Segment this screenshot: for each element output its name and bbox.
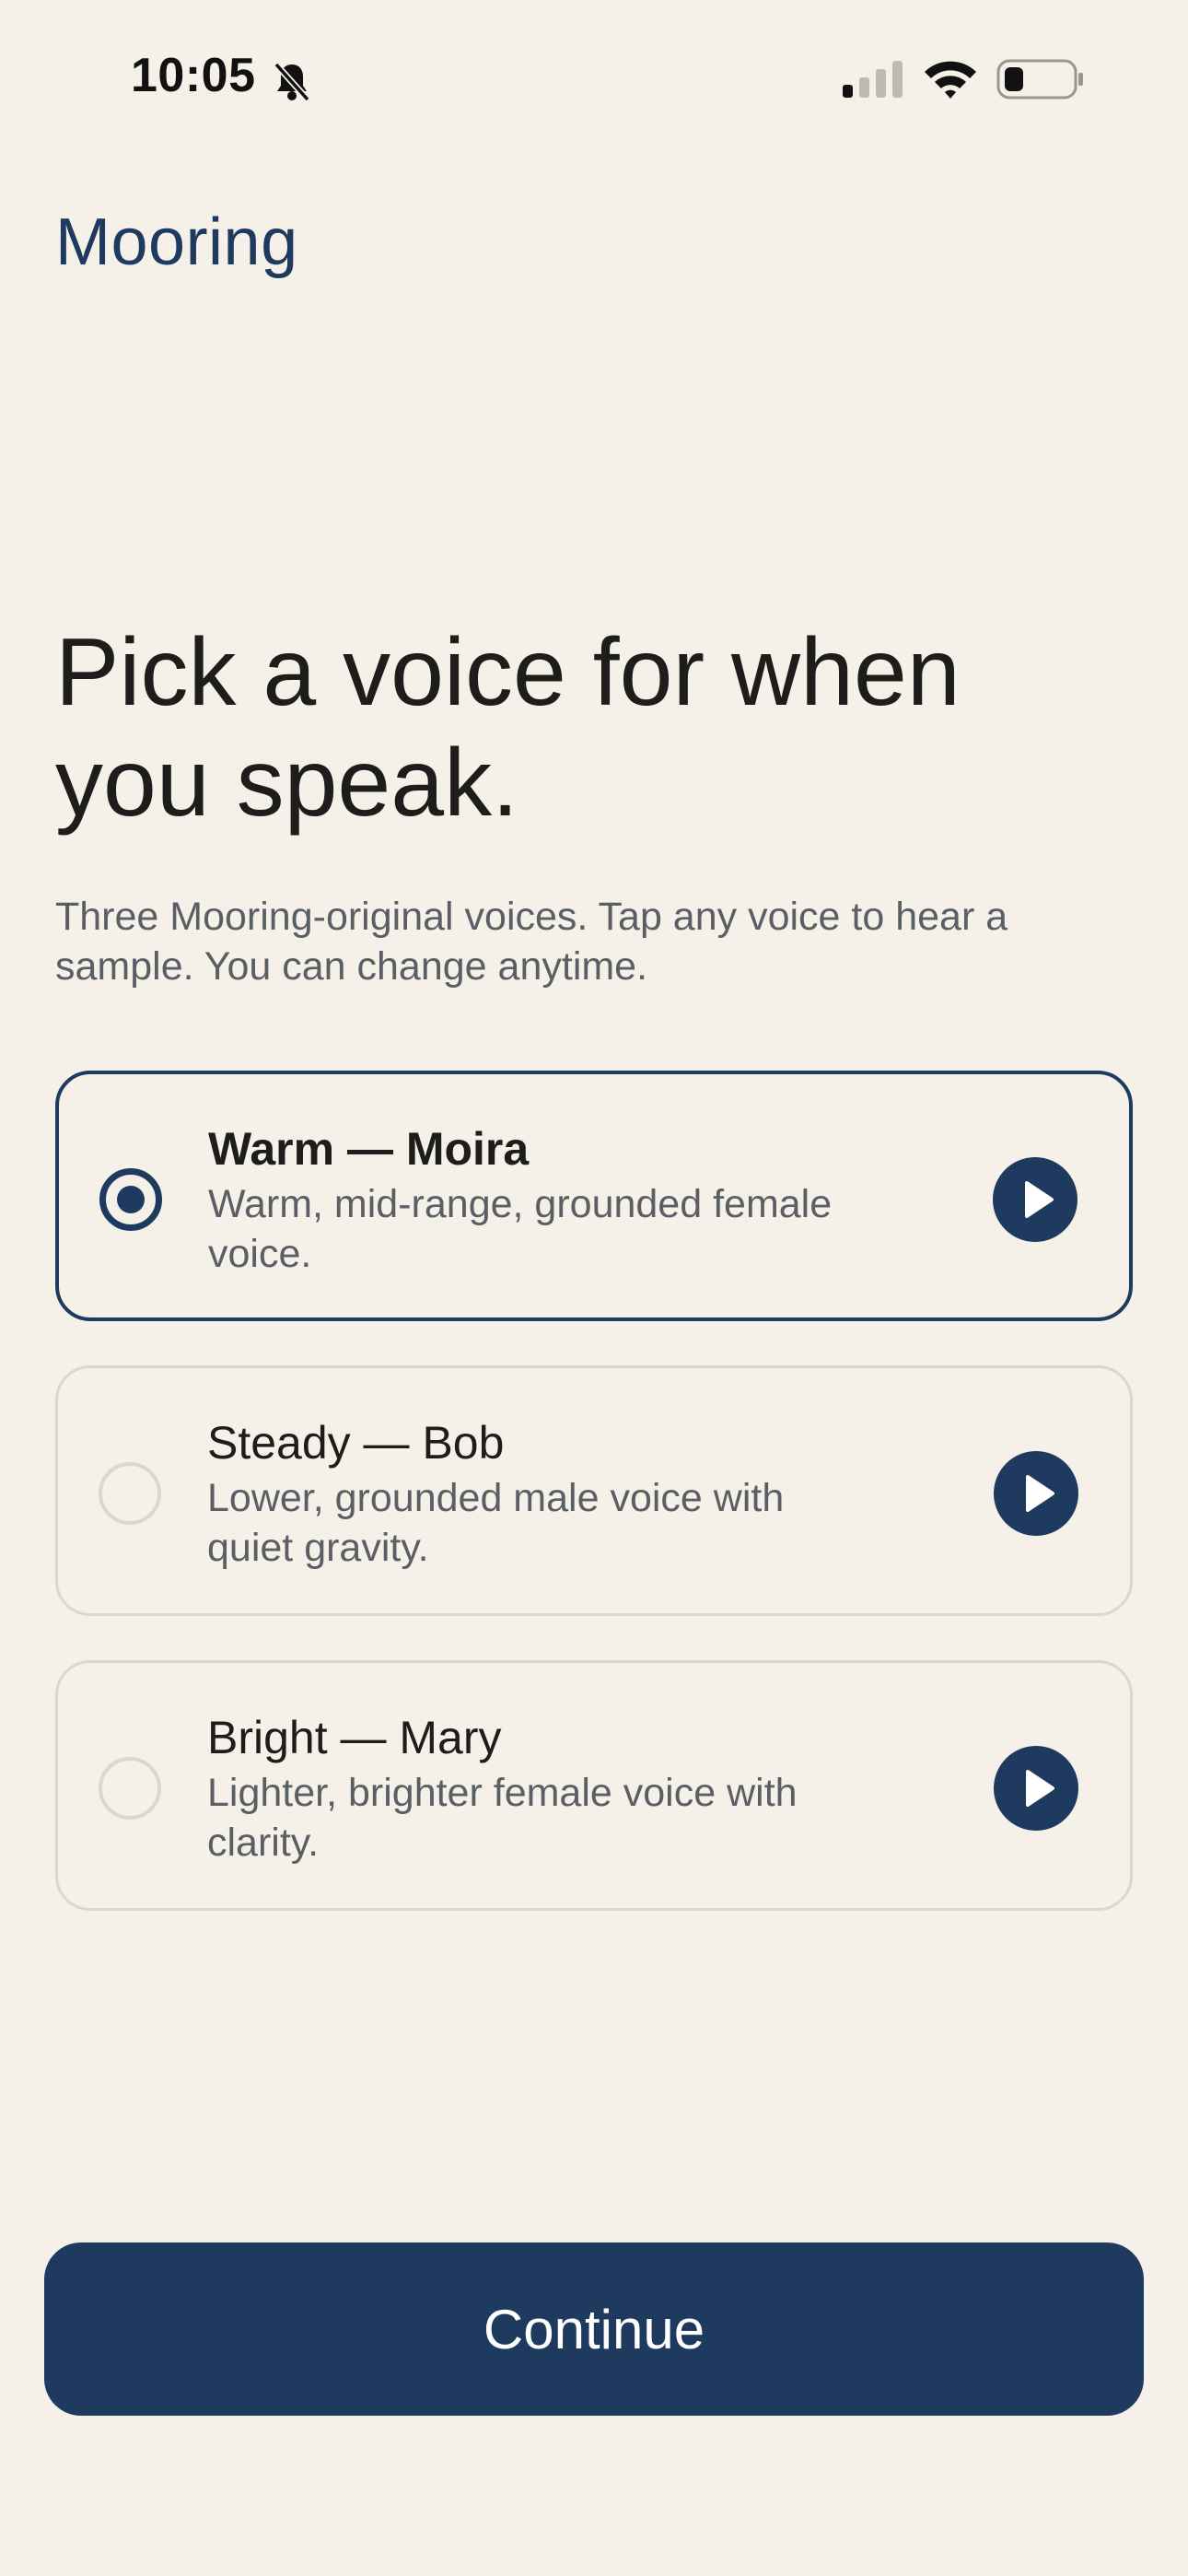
bell-slash-icon xyxy=(269,59,315,105)
radio-unselected-icon[interactable] xyxy=(99,1462,161,1525)
page-subtitle: Three Mooring-original voices. Tap any v… xyxy=(55,895,1008,989)
voice-option-bob[interactable]: Steady — Bob Lower, grounded male voice … xyxy=(55,1365,1133,1616)
status-bar: 10:05 xyxy=(0,0,1188,157)
voice-name: Bright — Mary xyxy=(207,1712,502,1763)
play-icon xyxy=(1026,1770,1054,1807)
cellular-signal-icon xyxy=(841,61,905,100)
voice-name: Steady — Bob xyxy=(207,1417,505,1469)
continue-button[interactable]: Continue xyxy=(44,2242,1144,2416)
wifi-icon xyxy=(921,57,980,101)
app-title: Mooring xyxy=(55,205,298,279)
voice-option-mary[interactable]: Bright — Mary Lighter, brighter female v… xyxy=(55,1660,1133,1911)
voice-option-moira[interactable]: Warm — Moira Warm, mid-range, grounded f… xyxy=(55,1071,1133,1321)
page-heading: Pick a voice for when you speak. xyxy=(55,619,961,837)
play-sample-button-mary[interactable] xyxy=(994,1746,1078,1831)
voice-description: Lighter, brighter female voice with clar… xyxy=(207,1771,798,1865)
status-time: 10:05 xyxy=(131,49,256,102)
voice-description: Warm, mid-range, grounded female voice. xyxy=(208,1182,833,1276)
play-icon xyxy=(1025,1181,1054,1218)
radio-unselected-icon[interactable] xyxy=(99,1757,161,1820)
voice-options-list: Warm — Moira Warm, mid-range, grounded f… xyxy=(55,1071,1133,1955)
play-sample-button-bob[interactable] xyxy=(994,1451,1078,1536)
voice-name: Warm — Moira xyxy=(208,1123,530,1175)
play-sample-button-moira[interactable] xyxy=(993,1157,1077,1242)
play-icon xyxy=(1026,1475,1054,1512)
radio-selected-icon[interactable] xyxy=(99,1168,162,1231)
battery-icon xyxy=(996,58,1085,100)
voice-description: Lower, grounded male voice with quiet gr… xyxy=(207,1476,785,1570)
radio-dot xyxy=(117,1186,145,1213)
